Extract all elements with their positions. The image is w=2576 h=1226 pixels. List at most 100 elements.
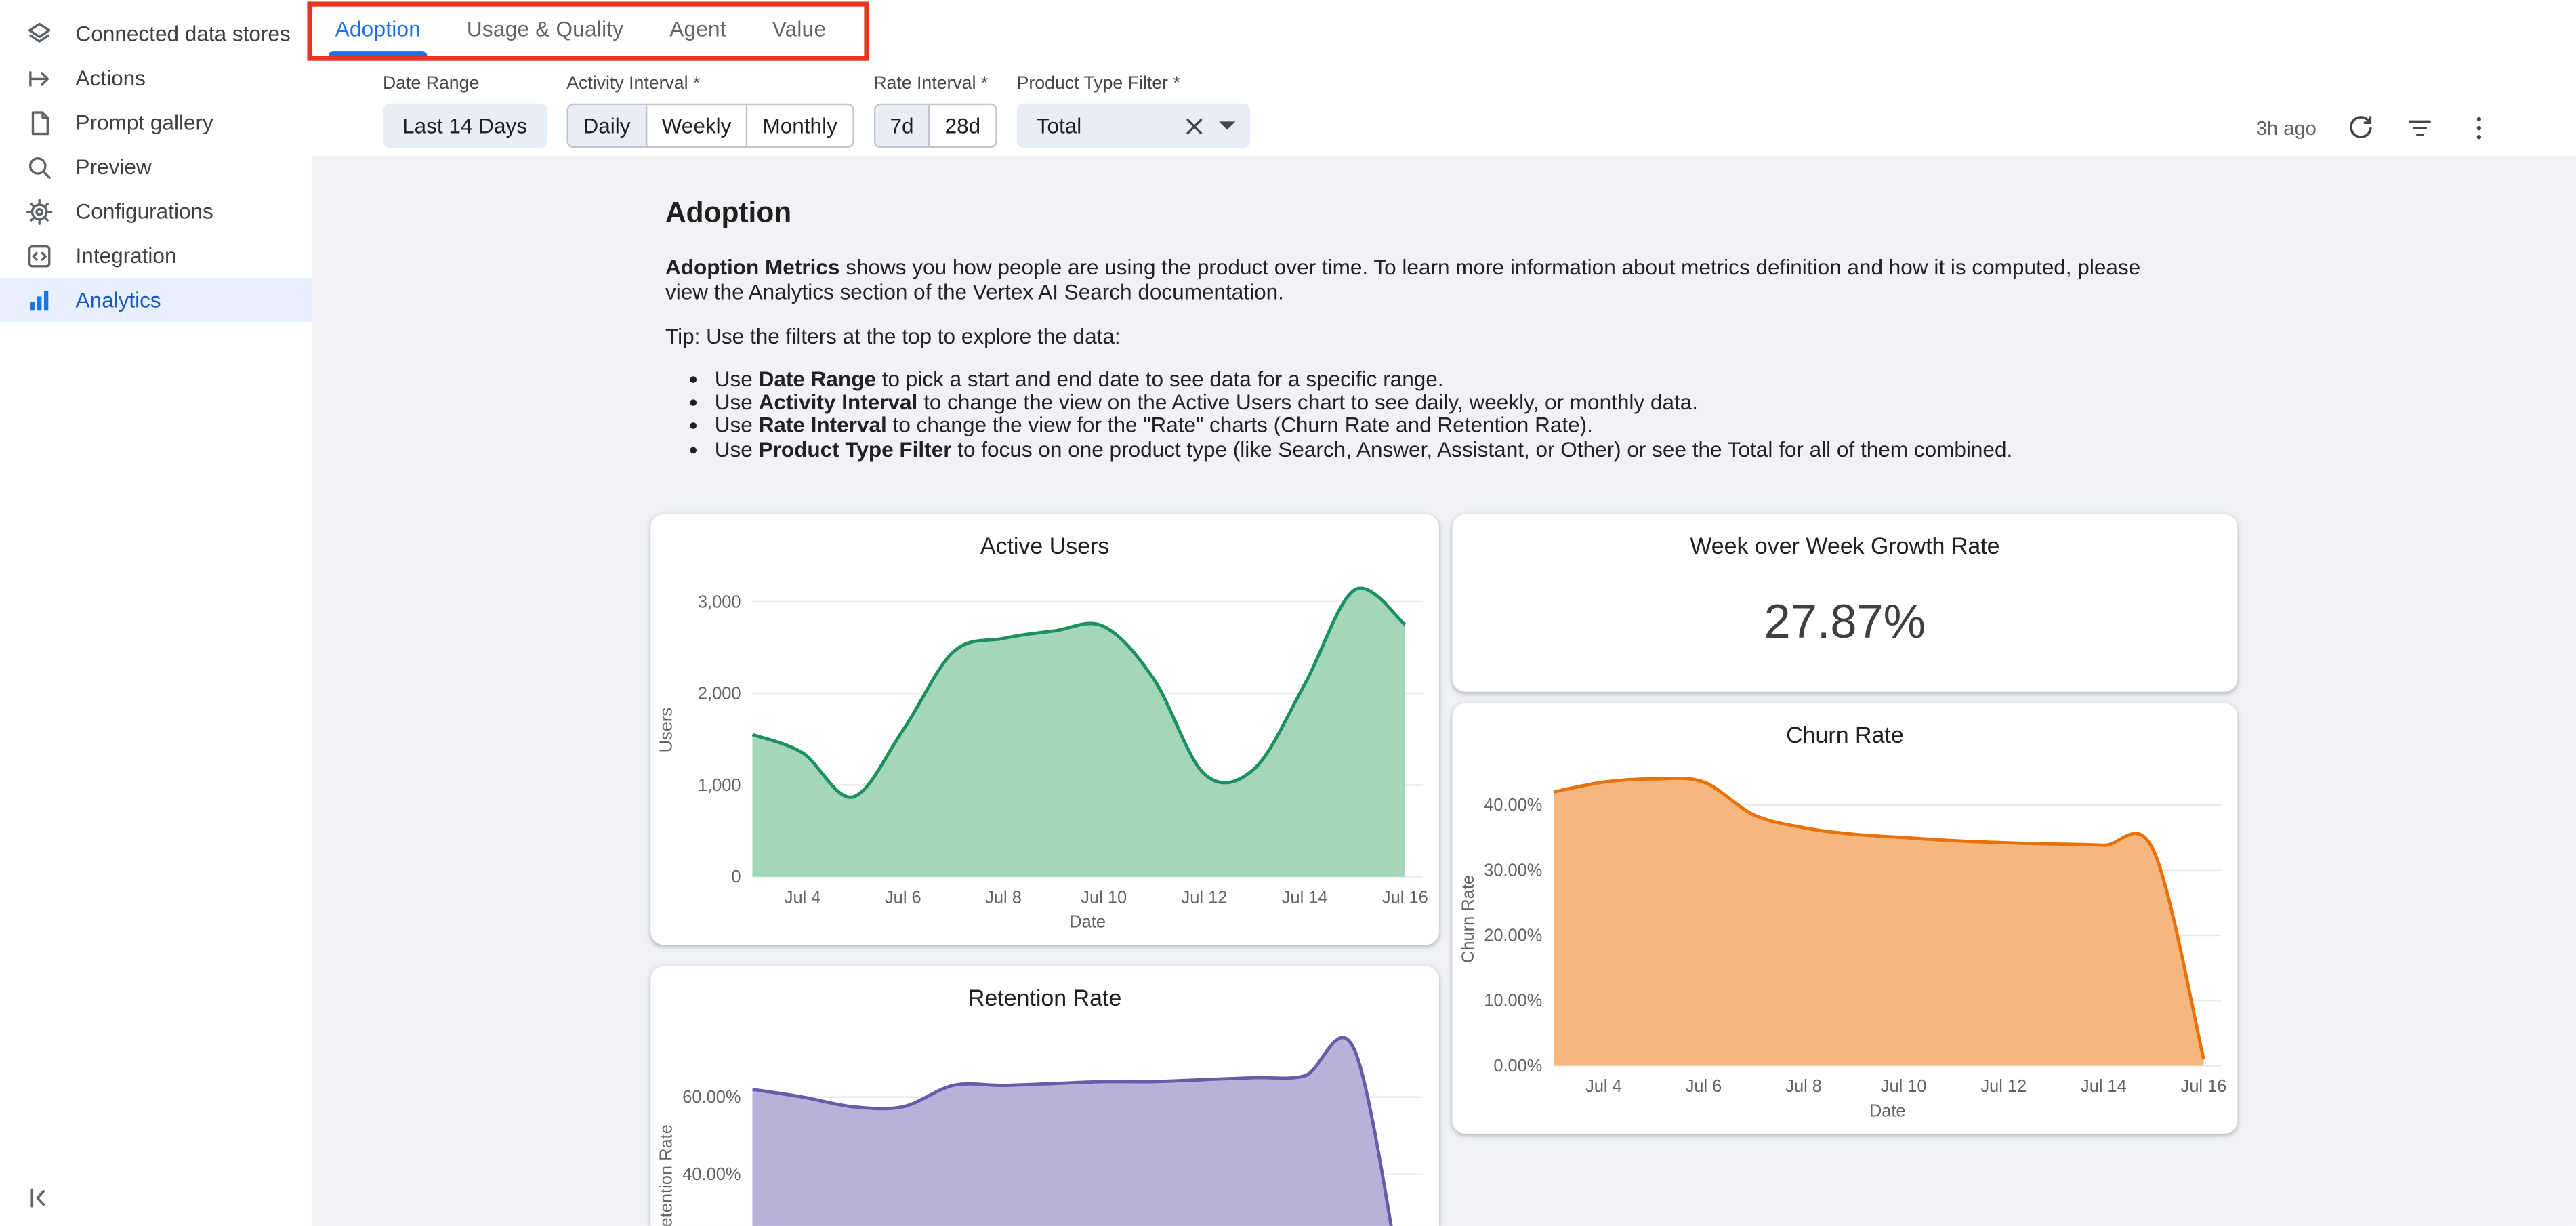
activity-interval-filter-group: Activity Interval * Daily Weekly Monthly — [566, 74, 854, 148]
date-range-button[interactable]: Last 14 Days — [383, 104, 547, 148]
filter-actions: 3h ago — [2256, 105, 2494, 149]
svg-text:60.00%: 60.00% — [682, 1088, 741, 1107]
more-options-button[interactable] — [2464, 113, 2494, 142]
intro-paragraph: Adoption Metrics shows you how people ar… — [665, 256, 2185, 304]
tip-bullet: Use Rate Interval to change the view for… — [715, 415, 2185, 438]
active-users-title: Active Users — [650, 533, 1439, 559]
svg-text:Jul 12: Jul 12 — [1181, 888, 1227, 907]
svg-text:Jul 16: Jul 16 — [1382, 888, 1428, 907]
svg-text:Jul 8: Jul 8 — [1785, 1077, 1822, 1096]
tab-usage-quality[interactable]: Usage & Quality — [444, 0, 646, 56]
sidebar-item-label: Prompt gallery — [76, 110, 213, 134]
active-users-chart: 0 1,000 2,000 3,000 Jul 4 Jul 6 Jul 8 Jul 10 Jul… — [650, 514, 1439, 945]
tip-line: Tip: Use the filters at the top to explo… — [665, 326, 2185, 350]
tab-adoption[interactable]: Adoption — [312, 0, 444, 56]
tip-list: Use Date Range to pick a start and end d… — [665, 368, 2185, 462]
dropdown-arrow-icon[interactable] — [1219, 121, 1235, 129]
product-type-select[interactable]: Total — [1017, 104, 1250, 148]
last-refreshed-text: 3h ago — [2256, 116, 2317, 139]
svg-text:0: 0 — [731, 867, 741, 886]
rate-interval-label: Rate Interval * — [873, 74, 997, 94]
svg-text:10.00%: 10.00% — [1484, 992, 1542, 1010]
page-title: Adoption — [665, 196, 2185, 230]
filter-list-button[interactable] — [2405, 113, 2435, 142]
svg-text:Churn Rate: Churn Rate — [1459, 875, 1478, 963]
svg-text:1,000: 1,000 — [698, 776, 741, 795]
svg-text:Jul 6: Jul 6 — [1686, 1077, 1722, 1096]
tab-bar: Adoption Usage & Quality Agent Value — [312, 0, 2576, 56]
activity-interval-label: Activity Interval * — [566, 74, 854, 94]
churn-rate-card: Churn Rate 0.00% 10.00% 20.00% 30.00% 40.00%… — [1452, 703, 2237, 1134]
sidebar-item-preview[interactable]: Preview — [0, 144, 312, 188]
active-users-card: Active Users 0 1,000 2,000 3,000 Jul 4 Jul 6 J… — [650, 514, 1439, 945]
date-range-label: Date Range — [383, 74, 547, 94]
svg-text:Jul 16: Jul 16 — [2181, 1077, 2227, 1096]
sidebar-item-label: Connected data stores — [76, 22, 291, 46]
tip-bullet: Use Product Type Filter to focus on one … — [715, 438, 2185, 462]
svg-text:Users: Users — [657, 708, 676, 752]
filter-bar: Date Range Last 14 Days Activity Interva… — [312, 56, 2576, 156]
sidebar-item-integration[interactable]: Integration — [0, 233, 312, 277]
rate-interval-7d[interactable]: 7d — [875, 105, 930, 146]
sidebar-item-label: Configurations — [76, 199, 213, 223]
svg-text:Jul 10: Jul 10 — [1881, 1077, 1927, 1096]
sidebar-item-label: Preview — [76, 155, 152, 179]
growth-rate-value: 27.87% — [1452, 596, 2237, 651]
product-type-filter-label: Product Type Filter * — [1017, 74, 1250, 94]
svg-text:3,000: 3,000 — [698, 592, 741, 611]
svg-text:Date: Date — [1869, 1102, 1906, 1121]
tab-agent[interactable]: Agent — [646, 0, 749, 56]
svg-text:Jul 10: Jul 10 — [1081, 888, 1127, 907]
charts-grid: Active Users 0 1,000 2,000 3,000 Jul 4 Jul 6 J… — [650, 514, 2237, 1226]
configurations-icon — [24, 197, 54, 226]
svg-text:Jul 8: Jul 8 — [985, 888, 1022, 907]
activity-interval-monthly[interactable]: Monthly — [748, 105, 852, 146]
retention-rate-title: Retention Rate — [650, 984, 1439, 1010]
rate-interval-filter-group: Rate Interval * 7d 28d — [873, 74, 997, 148]
svg-text:2,000: 2,000 — [698, 684, 741, 703]
dashboard-content: Adoption Adoption Metrics shows you how … — [312, 156, 2576, 1225]
svg-text:Jul 14: Jul 14 — [1282, 888, 1328, 907]
svg-text:Jul 4: Jul 4 — [1585, 1077, 1622, 1096]
churn-rate-chart: 0.00% 10.00% 20.00% 30.00% 40.00% Jul 4 Jul 6 J… — [1452, 703, 2237, 1134]
sidebar-item-label: Analytics — [76, 287, 161, 312]
sidebar-item-actions[interactable]: Actions — [0, 56, 312, 100]
sidebar-item-analytics[interactable]: Analytics — [0, 278, 312, 322]
clear-filter-icon[interactable] — [1184, 116, 1204, 136]
collapse-sidebar-button[interactable] — [23, 1183, 53, 1213]
main-panel: Adoption Usage & Quality Agent Value Dat… — [312, 0, 2576, 1226]
sidebar: Connected data stores Actions Prompt gal… — [0, 0, 312, 1226]
svg-text:Retention Rate: Retention Rate — [657, 1124, 676, 1226]
prompt-gallery-icon — [24, 108, 54, 138]
activity-interval-weekly[interactable]: Weekly — [647, 105, 748, 146]
sidebar-item-prompt-gallery[interactable]: Prompt gallery — [0, 100, 312, 144]
integration-icon — [24, 241, 54, 270]
analytics-icon — [24, 285, 54, 315]
growth-rate-title: Week over Week Growth Rate — [1452, 533, 2237, 559]
svg-text:Jul 14: Jul 14 — [2081, 1077, 2127, 1096]
svg-text:30.00%: 30.00% — [1484, 861, 1542, 880]
sidebar-item-configurations[interactable]: Configurations — [0, 189, 312, 233]
svg-text:Jul 6: Jul 6 — [885, 888, 921, 907]
sidebar-item-label: Integration — [76, 243, 177, 268]
intro-text-block: Adoption Adoption Metrics shows you how … — [665, 196, 2185, 462]
data-stores-icon — [24, 19, 54, 49]
svg-text:Jul 4: Jul 4 — [785, 888, 821, 907]
churn-rate-title: Churn Rate — [1452, 721, 2237, 748]
product-type-value: Total — [1037, 113, 1184, 138]
sidebar-item-label: Actions — [76, 66, 146, 90]
retention-rate-card: Retention Rate 20.00%40.00%60.00%Jul 4Ju… — [650, 966, 1439, 1226]
activity-interval-daily[interactable]: Daily — [568, 105, 647, 146]
svg-text:0.00%: 0.00% — [1493, 1057, 1542, 1076]
sidebar-item-connected-data-stores[interactable]: Connected data stores — [0, 12, 312, 56]
rate-interval-toggle: 7d 28d — [873, 104, 997, 148]
rate-interval-28d[interactable]: 28d — [930, 105, 995, 146]
tip-bullet: Use Date Range to pick a start and end d… — [715, 368, 2185, 392]
refresh-button[interactable] — [2346, 113, 2375, 142]
app-root: Connected data stores Actions Prompt gal… — [0, 0, 2576, 1226]
tab-value[interactable]: Value — [749, 0, 849, 56]
svg-text:40.00%: 40.00% — [1484, 796, 1542, 815]
svg-text:20.00%: 20.00% — [1484, 926, 1542, 945]
svg-text:40.00%: 40.00% — [682, 1165, 741, 1184]
date-range-filter-group: Date Range Last 14 Days — [383, 74, 547, 148]
